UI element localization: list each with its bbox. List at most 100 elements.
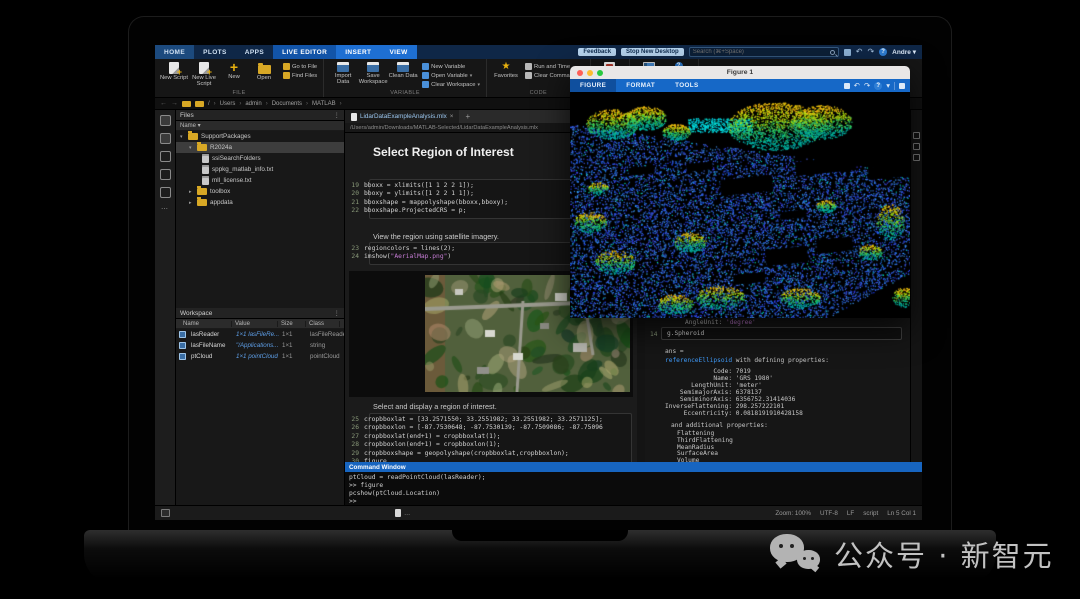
workspace-row[interactable]: lasReader 1×1 lasFileRe... 1×1 lasFileRe… xyxy=(176,329,344,340)
status-encoding[interactable]: UTF-8 xyxy=(820,510,838,517)
files-panel-header[interactable]: Files ⋮ xyxy=(176,110,344,121)
open-button[interactable]: Open xyxy=(249,61,279,81)
tab-view[interactable]: VIEW xyxy=(380,45,417,59)
figure-caret-icon[interactable]: ▾ xyxy=(886,81,890,90)
minimize-window-icon[interactable] xyxy=(587,69,593,76)
search-icon[interactable] xyxy=(829,49,835,55)
code-block-3[interactable]: 25 cropbboxlat = [33.2571550; 33.2551982… xyxy=(351,413,632,462)
reference-ellipsoid-link[interactable]: referenceEllipsoid xyxy=(665,357,732,364)
status-cursor-position[interactable]: Ln 5 Col 1 xyxy=(887,510,916,517)
workspace-panel-header[interactable]: Workspace ⋮ xyxy=(176,308,344,319)
tab-plots[interactable]: PLOTS xyxy=(194,45,236,59)
status-window-icon[interactable] xyxy=(161,509,170,517)
folder-up-icon[interactable] xyxy=(182,100,191,107)
back-icon[interactable]: ← xyxy=(160,100,167,107)
tree-item-r2024a[interactable]: ▾ R2024a xyxy=(176,142,344,153)
undo-icon[interactable]: ↶ xyxy=(856,48,863,56)
code-line[interactable]: 29 cropbboxshape = geopolyshape(cropbbox… xyxy=(351,450,631,458)
clean-data-button[interactable]: Clean Data xyxy=(388,61,418,79)
tree-item-sppkg-info[interactable]: sppkg_matlab_info.txt xyxy=(176,164,344,175)
clear-workspace-button[interactable]: Clear Workspace ▾ xyxy=(422,81,480,88)
figure-canvas-area[interactable] xyxy=(570,92,910,318)
panel-apps-icon[interactable] xyxy=(159,187,171,198)
tree-item-appdata[interactable]: ▸ appdata xyxy=(176,197,344,208)
new-script-button[interactable]: New Script xyxy=(159,61,189,81)
figure-tab-tools[interactable]: TOOLS xyxy=(665,79,709,92)
maximize-window-icon[interactable] xyxy=(597,69,603,76)
figure-redo-icon[interactable]: ↷ xyxy=(864,81,870,90)
code-line[interactable]: 27 cropbboxlat(end+1) = cropbboxlat(1); xyxy=(351,433,631,441)
figure-tab-format[interactable]: FORMAT xyxy=(616,79,665,92)
new-variable-button[interactable]: New Variable xyxy=(422,63,480,70)
text-line: LengthUnit: 'meter' xyxy=(665,382,762,389)
code-line[interactable]: 28 cropbboxlon(end+1) = cropbboxlon(1); xyxy=(351,441,631,449)
files-kebab-icon[interactable]: ⋮ xyxy=(334,111,341,119)
files-column-header[interactable]: Name ▾ xyxy=(176,121,344,131)
workspace-row[interactable]: lasFileName "/Applications..." 1×1 strin… xyxy=(176,340,344,351)
figure-undo-icon[interactable]: ↶ xyxy=(854,81,860,90)
traffic-lights xyxy=(577,69,603,76)
workspace-kebab-icon[interactable]: ⋮ xyxy=(334,309,341,317)
command-window-console[interactable]: ptCloud = readPointCloud(lasReader); >> … xyxy=(345,472,922,508)
editor-tab[interactable]: LidarDataExampleAnalysis.mlx × xyxy=(345,110,460,123)
status-filetype[interactable]: script xyxy=(863,510,878,517)
file-icon xyxy=(202,176,209,185)
code-line[interactable]: 25 cropbboxlat = [33.2571550; 33.2551982… xyxy=(351,416,631,424)
user-menu[interactable]: Andre ▾ xyxy=(892,48,916,56)
status-zoom[interactable]: Zoom: 100% xyxy=(775,510,811,517)
find-files-button[interactable]: Find Files xyxy=(283,72,317,79)
panel-variables-icon[interactable] xyxy=(159,151,171,162)
lidar-point-cloud[interactable] xyxy=(570,92,910,318)
new-tab-button[interactable]: + xyxy=(459,110,476,123)
redo-icon[interactable]: ↷ xyxy=(867,48,874,56)
save-workspace-button[interactable]: Save Workspace xyxy=(358,61,388,85)
tab-live-editor[interactable]: LIVE EDITOR xyxy=(273,45,337,59)
group-variable: Import Data Save Workspace Clean Data Ne… xyxy=(324,59,488,97)
crumb-documents[interactable]: Documents xyxy=(272,101,302,107)
close-tab-icon[interactable]: × xyxy=(450,113,454,120)
figure-help-icon[interactable]: ? xyxy=(874,81,883,90)
search-input[interactable] xyxy=(689,49,830,55)
tab-insert[interactable]: INSERT xyxy=(336,45,381,59)
new-button[interactable]: + New xyxy=(219,60,249,80)
status-eol[interactable]: LF xyxy=(847,510,854,517)
tab-apps[interactable]: APPS xyxy=(236,45,273,59)
figure-dock-icon[interactable] xyxy=(899,82,905,89)
crumb-admin[interactable]: admin xyxy=(245,101,261,107)
save-icon[interactable] xyxy=(843,48,851,56)
command-window-header[interactable]: Command Window xyxy=(345,462,922,472)
panel-grid-icon[interactable] xyxy=(159,133,171,144)
tree-item-supportpackages[interactable]: ▾ SupportPackages xyxy=(176,131,344,142)
tree-item-toolbox[interactable]: ▸ toolbox xyxy=(176,186,344,197)
workspace-row[interactable]: ptCloud 1×1 pointCloud 1×1 pointCloud xyxy=(176,351,344,362)
figure-titlebar[interactable]: Figure 1 xyxy=(570,66,910,79)
right-panel-icon-1[interactable] xyxy=(913,132,920,139)
crumb-matlab[interactable]: MATLAB xyxy=(312,101,336,107)
close-window-icon[interactable] xyxy=(577,69,583,76)
crumb-users[interactable]: Users xyxy=(220,101,236,107)
help-icon[interactable]: ? xyxy=(879,48,888,56)
panel-more-icon[interactable]: ⋯ xyxy=(161,205,169,213)
tab-home[interactable]: HOME xyxy=(155,45,195,59)
tree-item-license[interactable]: mll_license.txt xyxy=(176,175,344,186)
tree-item-ssisearchfolders[interactable]: ssiSearchFolders xyxy=(176,153,344,164)
panel-files-icon[interactable] xyxy=(159,115,171,126)
feedback-button[interactable]: Feedback xyxy=(578,48,617,56)
panel-plots-icon[interactable] xyxy=(159,169,171,180)
open-variable-button[interactable]: Open Variable ▾ xyxy=(422,72,480,79)
output-code-line[interactable]: g.Spheroid xyxy=(661,327,902,340)
forward-icon[interactable]: → xyxy=(171,100,178,107)
figure-save-icon[interactable] xyxy=(843,82,850,89)
go-to-file-button[interactable]: Go to File xyxy=(283,63,317,70)
stop-new-desktop-button[interactable]: Stop New Desktop xyxy=(621,48,684,56)
crumb-root[interactable]: / xyxy=(208,101,210,107)
workspace-column-header[interactable]: Name Value Size Class xyxy=(176,319,344,329)
figure-window[interactable]: Figure 1 FIGURE FORMAT TOOLS ↶ ↷ ? ▾ xyxy=(570,66,910,318)
favorites-button[interactable]: ★ Favorites xyxy=(491,61,521,80)
code-line[interactable]: 26 cropbboxlon = [-87.7530648; -87.75301… xyxy=(351,424,631,432)
right-panel-icon-2[interactable] xyxy=(913,143,920,150)
right-panel-icon-3[interactable] xyxy=(913,154,920,161)
new-live-script-button[interactable]: New Live Script xyxy=(189,61,219,87)
import-data-button[interactable]: Import Data xyxy=(328,61,358,85)
figure-tab-figure[interactable]: FIGURE xyxy=(570,79,617,92)
